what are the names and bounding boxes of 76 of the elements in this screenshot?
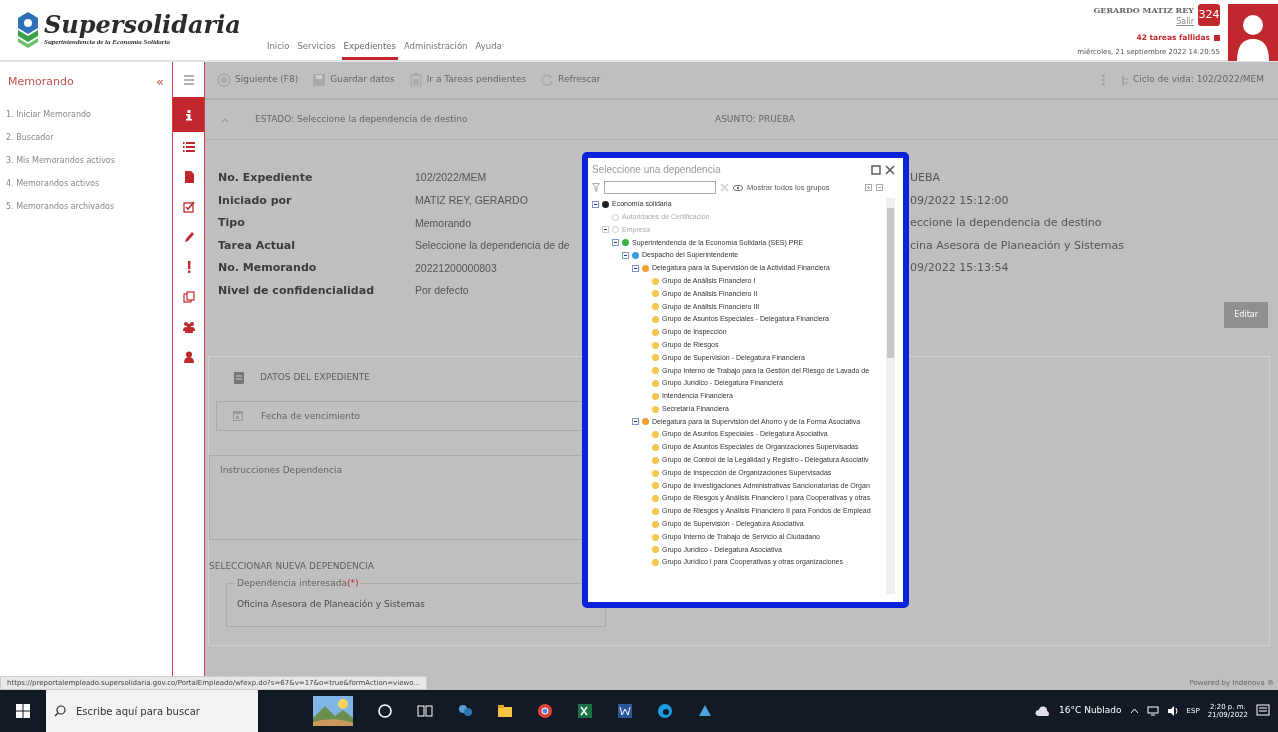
maximize-icon[interactable]: [871, 164, 881, 175]
task-view-icon[interactable]: [417, 703, 433, 719]
sidebar-item[interactable]: 3. Mis Memorandos activos: [0, 148, 172, 171]
circle-icon[interactable]: [377, 703, 393, 719]
field-value: UEBA: [910, 170, 941, 187]
taskbar-search-field[interactable]: Escribe aquí para buscar: [74, 691, 258, 731]
logo-icon: [16, 10, 40, 50]
nav-tab[interactable]: Administración: [401, 40, 470, 60]
nav-tab[interactable]: Servicios: [295, 40, 338, 60]
search-icon: [54, 705, 66, 717]
dialog-title: Seleccione una dependencia: [592, 163, 721, 177]
sidebar-item[interactable]: 2. Buscador: [0, 125, 172, 148]
subject-text: ASUNTO: PRUEBA: [715, 112, 795, 126]
user-icon: [182, 351, 195, 363]
field-label: Iniciado por: [218, 192, 293, 209]
users-icon: [182, 321, 195, 333]
app-icon[interactable]: [697, 703, 713, 719]
sidebar-item[interactable]: 5. Memorandos archivados: [0, 194, 172, 217]
scrollbar[interactable]: [886, 198, 895, 594]
windows-icon: [16, 704, 30, 718]
document-icon[interactable]: [617, 703, 633, 719]
sidebar-item[interactable]: 4. Memorandos activos: [0, 171, 172, 194]
folder-icon[interactable]: [497, 703, 513, 719]
user-name: GERARDO MATIZ REY: [1093, 4, 1194, 16]
document-icon: [234, 371, 244, 384]
field-value: Memorando: [415, 215, 473, 231]
logo-title: Supersolidaria: [44, 12, 241, 37]
field-label: No. Expediente: [218, 170, 314, 187]
state-text: ESTADO: Seleccione la dependencia de destino: [255, 112, 469, 126]
notification-badge[interactable]: 324: [1198, 4, 1220, 26]
search-box[interactable]: Escribe aquí para buscar: [46, 690, 258, 732]
speaker-icon[interactable]: [1166, 706, 1179, 716]
browser-icon[interactable]: [537, 703, 553, 719]
nav-tab[interactable]: Inicio: [264, 40, 292, 60]
field-value: 09/2022 15:12:00: [910, 192, 1009, 209]
filter-icon: [592, 183, 600, 192]
trash-icon: [1214, 34, 1220, 42]
field-value: Seleccione la dependencia de de: [415, 238, 571, 254]
field-label: Nivel de confidencialidad: [218, 283, 376, 299]
nav-tab[interactable]: Ayuda: [473, 40, 504, 60]
copy-icon: [182, 291, 195, 303]
browser-icon[interactable]: [657, 703, 673, 719]
cloud-icon[interactable]: [1035, 706, 1052, 716]
eye-icon: [733, 184, 743, 191]
logout-link[interactable]: Salir: [1176, 16, 1194, 28]
list-icon: [182, 141, 195, 153]
menu-icon: [182, 73, 195, 86]
field-label: No. Memorando: [218, 260, 318, 277]
save-icon: [312, 73, 327, 87]
field-value: 102/2022/MEM: [415, 170, 488, 186]
weather-text[interactable]: 16°C Nublado: [1059, 704, 1122, 718]
field-value: cina Asesora de Planeación y Sistemas: [910, 237, 1125, 254]
sidebar-title: Memorando: [8, 73, 74, 90]
notification-icon[interactable]: [1256, 704, 1270, 718]
tree-icon: [1120, 74, 1129, 86]
field-label: Tipo: [218, 215, 246, 232]
field-value: 09/2022 15:13:54: [910, 260, 1009, 277]
collapse-icon[interactable]: [592, 200, 599, 208]
checkbox-icon: [182, 201, 195, 213]
field-value: MATIZ REY, GERARDO: [415, 193, 529, 208]
filter-field[interactable]: [604, 181, 716, 194]
spreadsheet-icon[interactable]: [577, 703, 593, 719]
field-label: Tarea Actual: [218, 237, 296, 254]
field-label: Dependencia interesada(*): [235, 577, 361, 591]
section-label: SELECCIONAR NUEVA DEPENDENCIA: [209, 559, 374, 573]
pencil-icon: [182, 231, 195, 243]
sidebar-item[interactable]: 1. Iniciar Memorando: [0, 102, 172, 125]
close-icon[interactable]: [885, 164, 895, 175]
collapse-button[interactable]: «: [156, 72, 164, 92]
field-value: 20221200000803: [415, 260, 498, 276]
file-icon: [182, 171, 195, 183]
network-icon[interactable]: [1146, 706, 1159, 716]
field-value: eccione la dependencia de destino: [910, 215, 1102, 232]
people-icon[interactable]: [457, 703, 473, 719]
section-title: DATOS DEL EXPEDIENTE: [260, 371, 371, 384]
field-value: Por defecto: [415, 283, 470, 299]
